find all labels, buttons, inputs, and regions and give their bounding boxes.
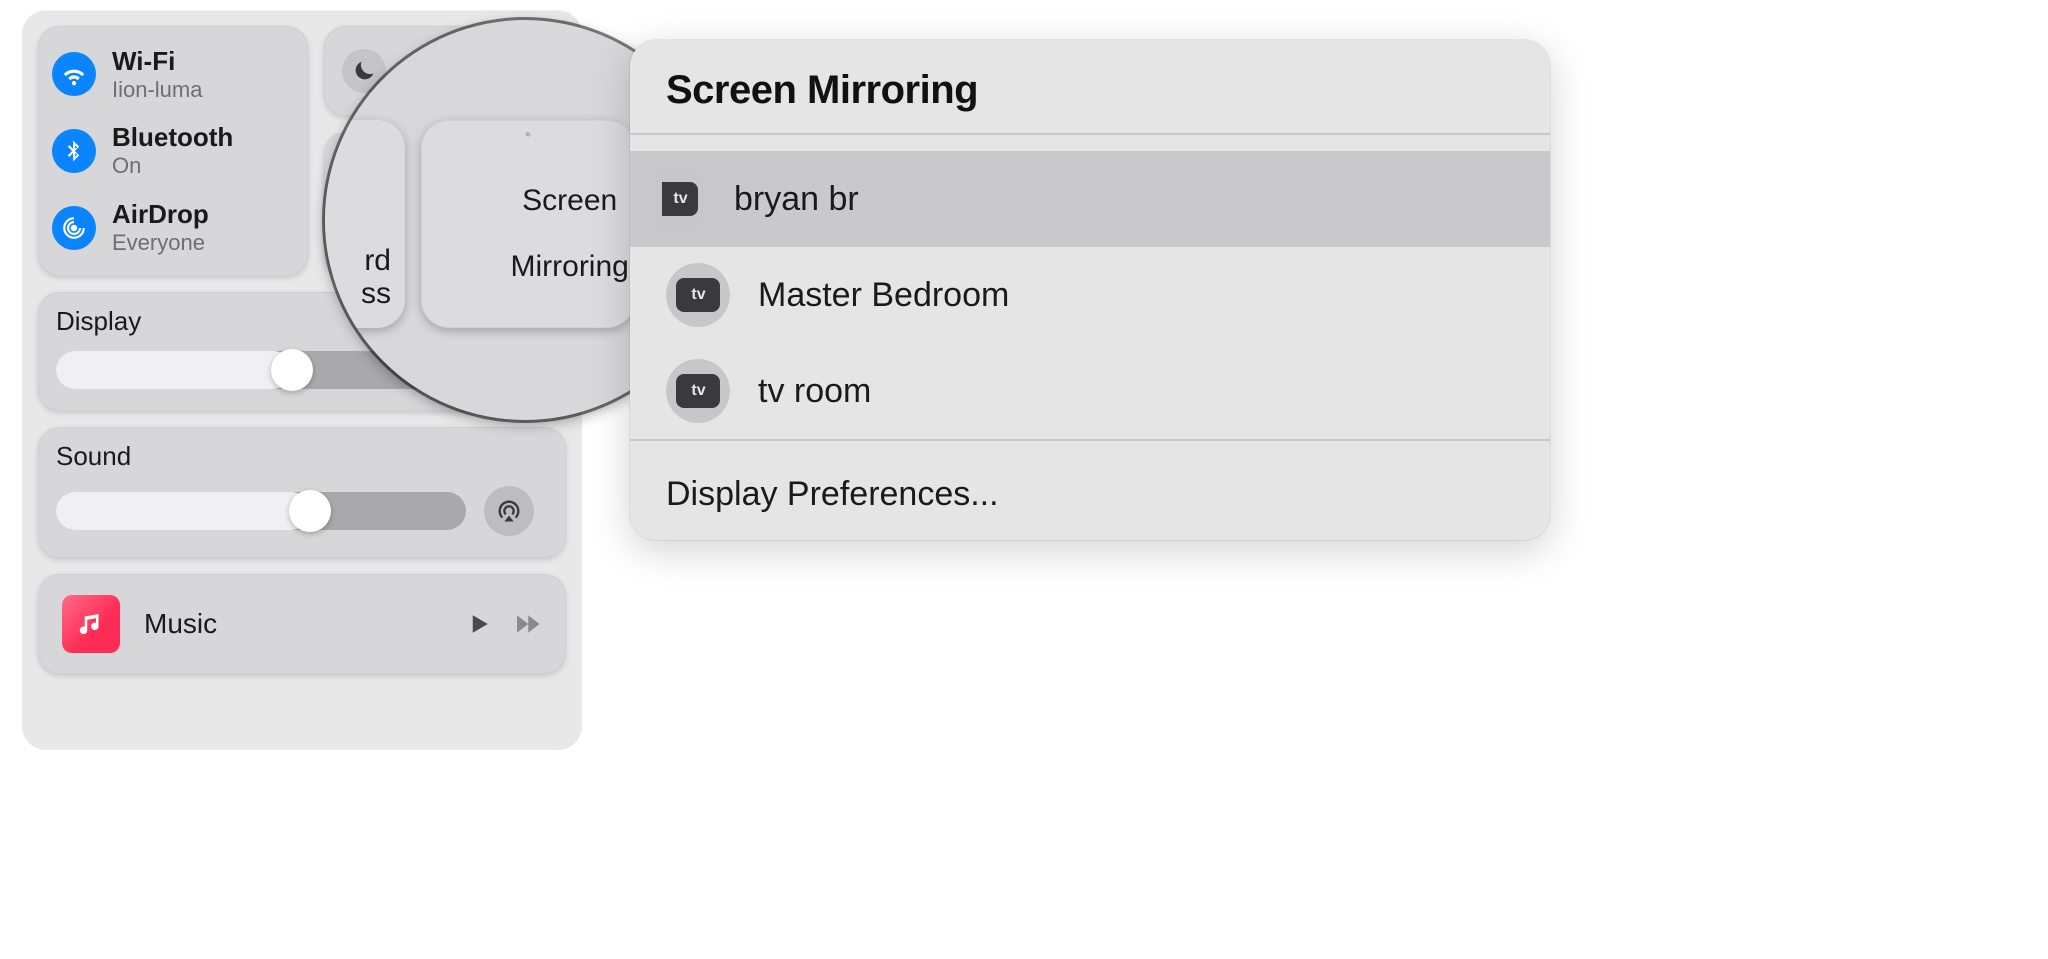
wifi-toggle[interactable]: Wi-Fi Iion-luma [52, 41, 294, 108]
magnified-sm-label-line2: Mirroring [511, 250, 629, 283]
airdrop-toggle[interactable]: AirDrop Everyone [52, 194, 294, 261]
airdrop-status: Everyone [112, 230, 209, 255]
magnified-moon-icon [325, 50, 377, 102]
sound-slider-knob[interactable] [289, 490, 331, 532]
music-app-icon [62, 595, 120, 653]
magnified-kb-label-line1: rd [364, 244, 391, 277]
appletv-icon: tv [666, 263, 730, 327]
airplay-icon [495, 497, 523, 525]
mirror-device-row[interactable]: tv Master Bedroom [630, 247, 1550, 343]
magnified-screen-mirroring-icon [493, 132, 563, 137]
music-app-label: Music [144, 608, 440, 640]
mirror-device-row[interactable]: tv bryan br [630, 151, 1550, 247]
appletv-icon: tv [666, 359, 730, 423]
sound-tile: Sound [38, 427, 566, 558]
display-slider-knob[interactable] [271, 349, 313, 391]
airdrop-icon [52, 206, 96, 250]
sound-title: Sound [56, 441, 548, 472]
wifi-icon [52, 52, 96, 96]
mirror-device-name: tv room [758, 372, 871, 411]
bluetooth-icon [52, 129, 96, 173]
fast-forward-button[interactable] [512, 609, 542, 639]
display-preferences-link[interactable]: Display Preferences... [630, 457, 1550, 520]
airdrop-title: AirDrop [112, 200, 209, 230]
screen-mirroring-popup: Screen Mirroring tv bryan br tv Master B… [630, 40, 1550, 540]
magnified-kb-label-line2: ss [361, 277, 391, 310]
connectivity-tile: Wi-Fi Iion-luma Bluetooth On [38, 26, 308, 276]
airplay-audio-button[interactable] [484, 486, 534, 536]
mirror-device-name: Master Bedroom [758, 276, 1009, 315]
mirror-device-row[interactable]: tv tv room [630, 343, 1550, 439]
mirror-device-name: bryan br [734, 180, 859, 219]
sound-volume-slider[interactable] [56, 492, 466, 530]
magnified-screen-mirroring-tile[interactable]: Screen Mirroring [421, 120, 635, 328]
bluetooth-toggle[interactable]: Bluetooth On [52, 117, 294, 184]
bluetooth-title: Bluetooth [112, 123, 233, 153]
magnified-sm-label-line1: Screen [522, 184, 617, 217]
screen-mirroring-title: Screen Mirroring [666, 68, 1514, 113]
wifi-title: Wi-Fi [112, 47, 202, 77]
play-button[interactable] [464, 609, 494, 639]
appletv-icon: tv [654, 167, 706, 231]
now-playing-tile[interactable]: Music [38, 574, 566, 674]
wifi-network-name: Iion-luma [112, 77, 202, 102]
magnified-keyboard-brightness-tile: rd ss [325, 120, 405, 328]
bluetooth-status: On [112, 153, 233, 178]
